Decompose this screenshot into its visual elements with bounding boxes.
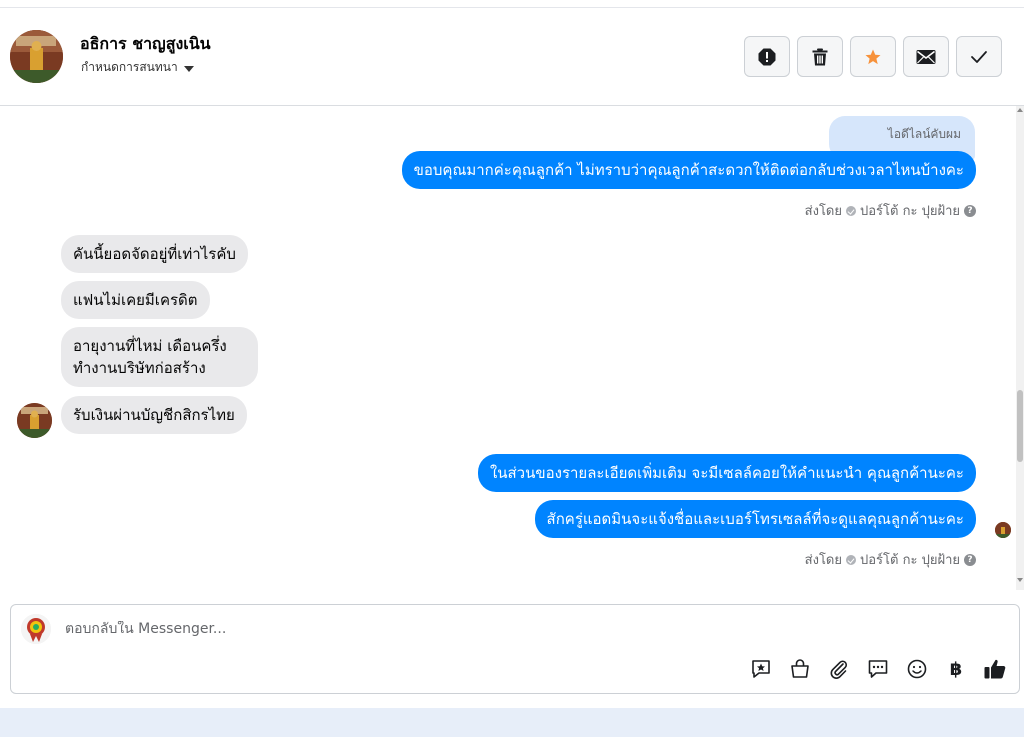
sender-name: ปอร์โต้ กะ ปุยฝ้าย	[860, 204, 960, 219]
envelope-icon	[916, 49, 936, 64]
header-actions	[744, 36, 1002, 77]
reply-input[interactable]	[65, 621, 945, 637]
alert-octagon-icon	[758, 48, 776, 65]
incoming-message[interactable]: รับเงินผ่านบัญชีกสิกรไทย	[61, 396, 247, 434]
incoming-message-multiline[interactable]: อายุงานที่ไหม่ เดือนครึ่ง ทำงานบริษัทก่อ…	[61, 327, 258, 387]
scrollbar[interactable]	[1016, 106, 1024, 590]
quick-reply-icon[interactable]	[866, 657, 890, 681]
sent-check-icon	[846, 205, 856, 216]
outgoing-message[interactable]: ในส่วนของรายละเอียดเพิ่มเติม จะมีเซลล์คอ…	[477, 454, 976, 492]
help-icon[interactable]: ?	[964, 553, 976, 566]
page-avatar	[21, 614, 51, 644]
sender-name: ปอร์โต้ กะ ปุยฝ้าย	[860, 553, 960, 568]
contact-name[interactable]: อธิการ ชาญสูงเนิน	[80, 32, 211, 57]
spam-button[interactable]	[744, 36, 790, 77]
message-line: อายุงานที่ไหม่ เดือนครึ่ง	[73, 337, 227, 355]
contact-avatar[interactable]	[10, 30, 63, 83]
assign-conversation-dropdown[interactable]: กำหนดการสนทนา	[81, 58, 194, 77]
incoming-message[interactable]: คันนี้ยอดจัดอยู่ที่เท่าไรคับ	[61, 235, 248, 273]
help-icon[interactable]: ?	[964, 204, 976, 217]
sent-by-line: ส่งโดย ปอร์โต้ กะ ปุยฝ้าย ?	[805, 549, 976, 570]
shop-icon[interactable]	[788, 657, 812, 681]
attachment-icon[interactable]	[827, 657, 851, 681]
message-line: ทำงานบริษัทก่อสร้าง	[73, 359, 206, 377]
trash-icon	[812, 48, 828, 65]
footer-band	[0, 708, 1024, 737]
sent-by-label: ส่งโดย	[804, 204, 842, 219]
like-icon[interactable]	[983, 657, 1007, 681]
scroll-down-arrow-icon[interactable]	[1017, 578, 1023, 582]
top-border	[0, 0, 1024, 8]
sent-by-line: ส่งโดย ปอร์โต้ กะ ปุยฝ้าย ?	[805, 200, 976, 221]
incoming-message[interactable]: แฟนไม่เคยมีเครดิต	[61, 281, 210, 319]
message-thread[interactable]: ไอดีไลน์คับผม ขอบคุณมากค่ะคุณลูกค้า ไม่ท…	[0, 106, 1016, 590]
done-button[interactable]	[956, 36, 1002, 77]
assign-label: กำหนดการสนทนา	[81, 60, 178, 74]
scroll-up-arrow-icon[interactable]	[1017, 108, 1023, 112]
check-icon	[971, 50, 987, 63]
reply-composer: ฿	[10, 604, 1020, 694]
star-icon	[865, 49, 881, 64]
composer-toolbar: ฿	[749, 657, 1007, 681]
caret-down-icon	[183, 65, 194, 72]
saved-reply-icon[interactable]	[749, 657, 773, 681]
contact-avatar-small[interactable]	[17, 403, 52, 438]
read-receipt-avatar	[995, 522, 1011, 538]
sent-check-icon	[846, 554, 856, 565]
emoji-icon[interactable]	[905, 657, 929, 681]
conversation-header: อธิการ ชาญสูงเนิน กำหนดการสนทนา	[0, 8, 1024, 106]
star-button[interactable]	[850, 36, 896, 77]
baht-icon[interactable]: ฿	[944, 657, 968, 681]
scrollbar-thumb[interactable]	[1017, 390, 1023, 462]
sent-by-label: ส่งโดย	[804, 553, 842, 568]
outgoing-message[interactable]: สักครู่แอดมินจะแจ้งชื่อและเบอร์โทรเซลล์ท…	[534, 500, 976, 538]
mark-unread-button[interactable]	[903, 36, 949, 77]
delete-button[interactable]	[797, 36, 843, 77]
outgoing-message[interactable]: ขอบคุณมากค่ะคุณลูกค้า ไม่ทราบว่าคุณลูกค้…	[401, 151, 976, 189]
